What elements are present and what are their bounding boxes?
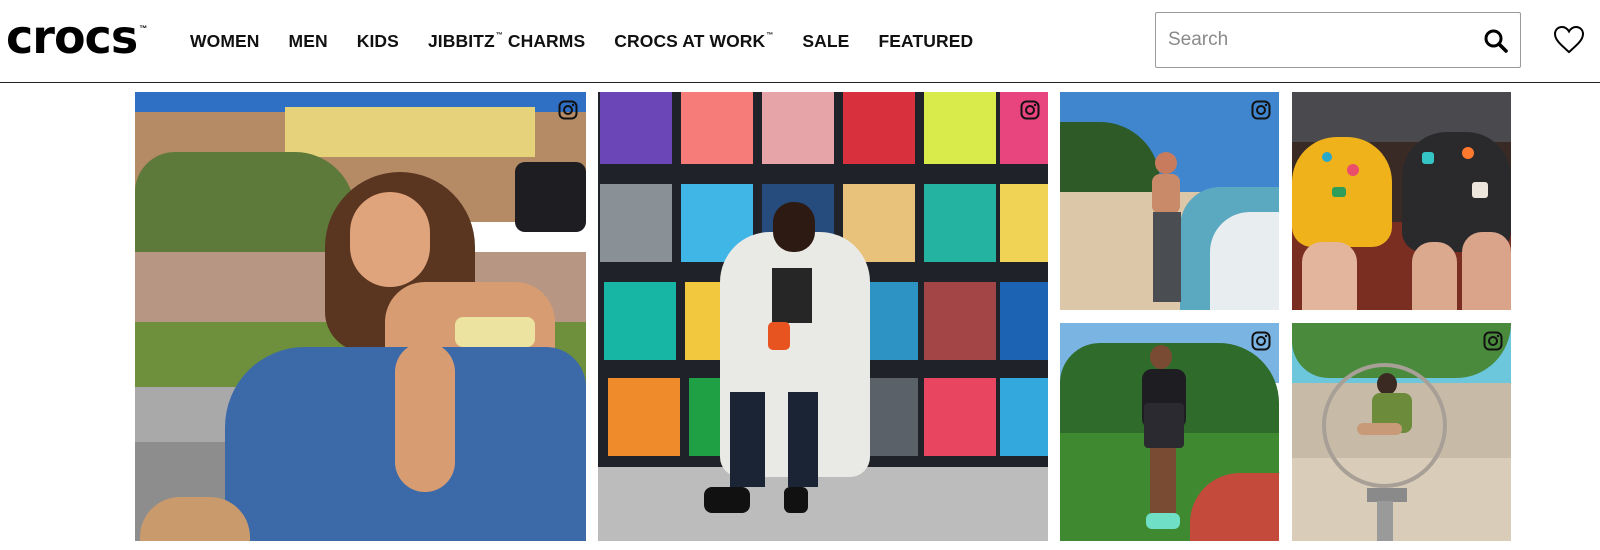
trademark-mark: ™: [766, 31, 774, 39]
instagram-icon: [1251, 100, 1271, 120]
nav-item-label-suffix: CHARMS: [502, 30, 586, 51]
nav-item-label: MEN: [288, 30, 328, 51]
gallery-photo-clogs-charms[interactable]: [1292, 92, 1511, 310]
nav-item-jibbitz-charms[interactable]: JIBBITZ ™ CHARMS: [428, 31, 585, 52]
search-box: [1155, 12, 1521, 68]
main-nav: WOMEN MEN KIDS JIBBITZ ™ CHARMS CROCS AT …: [190, 28, 1002, 54]
gallery-photo-color-wall[interactable]: [598, 92, 1048, 541]
nav-item-featured[interactable]: FEATURED: [878, 31, 973, 52]
nav-item-sale[interactable]: SALE: [802, 31, 849, 52]
instagram-icon: [1251, 331, 1271, 351]
nav-item-label: CROCS AT WORK: [614, 30, 766, 51]
instagram-icon: [1483, 331, 1503, 351]
nav-item-label: FEATURED: [878, 30, 974, 51]
logo-trademark: ™: [139, 24, 148, 33]
logo-text: crocs: [6, 10, 138, 64]
nav-item-crocs-at-work[interactable]: CROCS AT WORK ™: [614, 31, 773, 52]
gallery-photo-beach[interactable]: [1060, 92, 1279, 310]
search-input[interactable]: [1168, 23, 1468, 57]
gallery-photo-sphere-seat[interactable]: [1292, 323, 1511, 541]
instagram-icon: [1020, 100, 1040, 120]
gallery-photo-woman-denim[interactable]: [135, 92, 586, 541]
nav-item-label: SALE: [802, 30, 850, 51]
trademark-mark: ™: [495, 31, 503, 39]
nav-item-women[interactable]: WOMEN: [190, 31, 260, 52]
nav-item-label: WOMEN: [190, 30, 260, 51]
nav-item-label: JIBBITZ: [427, 30, 495, 51]
nav-item-men[interactable]: MEN: [289, 31, 328, 52]
search-icon[interactable]: [1482, 27, 1510, 55]
site-header: crocs ™ WOMEN MEN KIDS JIBBITZ ™ CHARMS C…: [0, 0, 1600, 83]
nav-item-label: KIDS: [356, 30, 399, 51]
crocs-logo[interactable]: crocs ™: [6, 14, 147, 60]
nav-item-kids[interactable]: KIDS: [357, 31, 399, 52]
instagram-icon: [558, 100, 578, 120]
heart-icon[interactable]: [1553, 24, 1585, 56]
gallery-photo-new-york-tote[interactable]: [1060, 323, 1279, 541]
